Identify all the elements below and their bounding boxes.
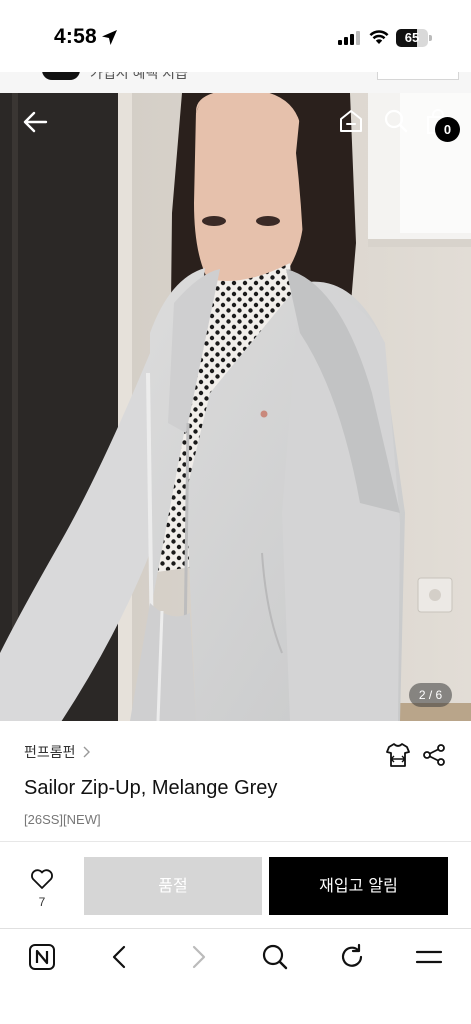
product-title: Sailor Zip-Up, Melange Grey xyxy=(24,777,278,799)
soldout-button[interactable]: 품절 xyxy=(84,857,262,915)
location-arrow-icon xyxy=(102,30,117,45)
n-logo-icon[interactable] xyxy=(28,943,56,971)
chevron-right-icon[interactable] xyxy=(184,943,212,971)
chevron-right-icon xyxy=(83,746,90,758)
arrow-left-icon[interactable] xyxy=(20,107,50,137)
wifi-icon xyxy=(369,30,389,44)
product-photo xyxy=(0,93,471,721)
banner-button[interactable] xyxy=(377,72,459,80)
divider xyxy=(0,841,471,842)
battery-indicator: 65 xyxy=(396,29,432,47)
image-page-indicator: 2 / 6 xyxy=(409,683,452,707)
share-icon[interactable] xyxy=(422,743,446,767)
size-guide-icon[interactable] xyxy=(386,742,410,768)
search-icon[interactable] xyxy=(383,108,409,134)
banner-text: 가입시 혜택 지급 xyxy=(90,72,188,81)
brand-name[interactable]: 펀프롬펀 xyxy=(24,742,76,762)
like-count: 7 xyxy=(38,895,46,909)
reload-icon[interactable] xyxy=(338,943,366,971)
browser-toolbar xyxy=(0,928,471,1024)
brand-link[interactable]: 펀프롬펀 xyxy=(24,742,91,762)
chevron-left-icon[interactable] xyxy=(106,943,134,971)
cart-count-badge[interactable]: 0 xyxy=(435,117,460,142)
heart-icon xyxy=(31,869,53,889)
status-time: 4:58 xyxy=(54,25,97,48)
restock-alert-button[interactable]: 재입고 알림 xyxy=(269,857,448,915)
cellular-signal-icon xyxy=(338,31,360,45)
search-icon[interactable] xyxy=(261,943,289,971)
product-image-carousel[interactable]: 0 2 / 6 xyxy=(0,93,471,721)
battery-level: 65 xyxy=(404,30,420,45)
like-button[interactable]: 7 xyxy=(24,864,60,914)
scrolled-banner-peek: 가입시 혜택 지급 xyxy=(0,72,471,93)
status-bar: 4:58 65 xyxy=(0,0,471,72)
product-tags: [26SS][NEW] xyxy=(24,812,101,827)
home-icon[interactable] xyxy=(338,108,364,134)
menu-icon[interactable] xyxy=(415,943,443,971)
banner-pill xyxy=(42,72,80,80)
